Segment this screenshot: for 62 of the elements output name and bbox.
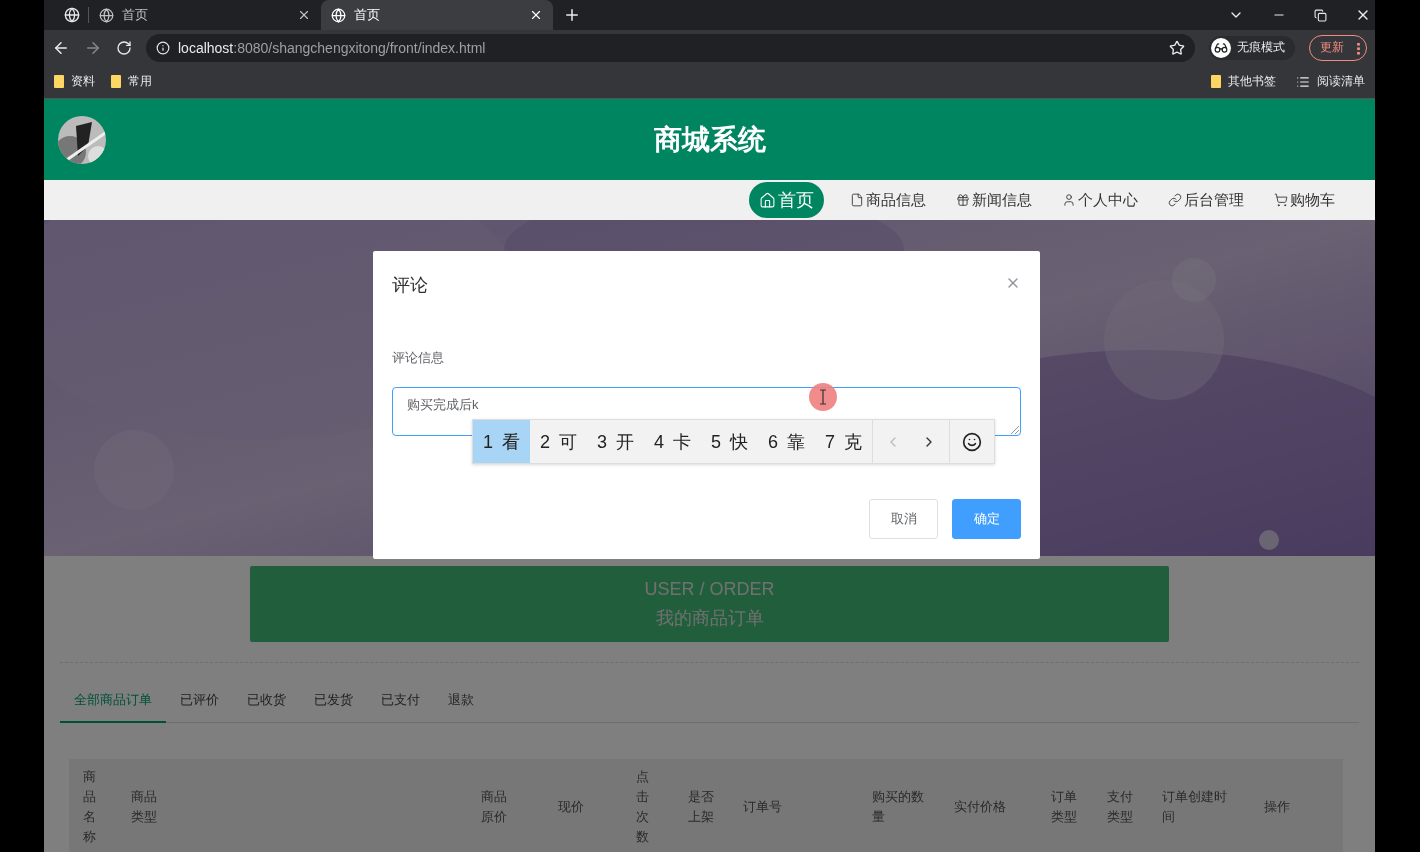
user-icon bbox=[1062, 193, 1076, 207]
folder-icon bbox=[111, 75, 121, 88]
bookmark-label[interactable]: 常用 bbox=[128, 73, 152, 90]
new-tab-icon[interactable] bbox=[563, 6, 581, 24]
nav-link[interactable]: 个人中心 bbox=[1058, 184, 1142, 216]
column-header: 是否上架 bbox=[688, 788, 714, 826]
dialog-title: 评论 bbox=[392, 274, 428, 297]
info-icon[interactable] bbox=[156, 40, 170, 55]
globe-icon bbox=[331, 7, 346, 23]
column-header: 订单类型 bbox=[1051, 788, 1077, 826]
star-icon[interactable] bbox=[1169, 39, 1185, 56]
column-header: 订单创建时间 bbox=[1162, 788, 1227, 826]
nav-link[interactable]: 商品信息 bbox=[846, 184, 930, 216]
column-header: 点击次数 bbox=[636, 768, 649, 846]
globe-icon bbox=[99, 7, 114, 23]
folder-icon bbox=[1211, 75, 1221, 88]
ime-candidate[interactable]: 1 看 bbox=[473, 420, 530, 463]
column-header: 订单号 bbox=[743, 798, 782, 816]
close-icon[interactable] bbox=[529, 8, 543, 22]
cursor-highlight-icon bbox=[808, 382, 838, 412]
order-tab[interactable]: 已支付 bbox=[367, 681, 434, 723]
bookmark-label[interactable]: 资料 bbox=[71, 73, 95, 90]
order-tab[interactable]: 已发货 bbox=[300, 681, 367, 723]
cart-icon bbox=[1274, 193, 1288, 207]
order-tab[interactable]: 退款 bbox=[434, 681, 488, 723]
globe-icon[interactable] bbox=[64, 7, 80, 23]
field-label: 评论信息 bbox=[392, 349, 445, 367]
bookmark-label[interactable]: 阅读清单 bbox=[1317, 73, 1365, 90]
banner-subtitle: USER / ORDER bbox=[644, 578, 775, 600]
column-header: 现价 bbox=[558, 798, 584, 816]
column-header: 购买的数量 bbox=[872, 788, 924, 826]
bookmark-label[interactable]: 其他书签 bbox=[1228, 73, 1276, 90]
incognito-icon bbox=[1214, 40, 1228, 55]
link-icon bbox=[1168, 193, 1182, 207]
url-text: localhost:8080/shangchengxitong/front/index.html bbox=[178, 39, 487, 56]
emoji-icon[interactable] bbox=[962, 431, 982, 452]
site-title: 商城系统 bbox=[653, 122, 766, 157]
reload-icon[interactable] bbox=[116, 39, 132, 56]
column-header: 商品名称 bbox=[83, 768, 96, 846]
browser-tab[interactable]: 首页 bbox=[321, 0, 553, 30]
restore-icon[interactable] bbox=[1314, 8, 1327, 22]
file-icon bbox=[850, 193, 864, 207]
nav-link[interactable]: 后台管理 bbox=[1164, 184, 1248, 216]
gift-icon bbox=[956, 193, 970, 207]
nav-link[interactable]: 购物车 bbox=[1270, 184, 1339, 216]
home-icon bbox=[759, 191, 776, 209]
cancel-button[interactable]: 取消 bbox=[869, 499, 938, 539]
column-header: 商品原价 bbox=[481, 788, 507, 826]
banner-title: 我的商品订单 bbox=[655, 606, 764, 630]
column-header: 支付类型 bbox=[1107, 788, 1133, 826]
incognito-chip[interactable]: 无痕模式 bbox=[1209, 35, 1295, 60]
order-tab[interactable]: 已收货 bbox=[233, 681, 300, 723]
column-header: 商品类型 bbox=[131, 788, 157, 826]
close-icon[interactable] bbox=[297, 8, 311, 22]
nav-link[interactable]: 首页 bbox=[749, 182, 824, 218]
order-tab[interactable]: 已评价 bbox=[166, 681, 233, 723]
nav-link[interactable]: 新闻信息 bbox=[952, 184, 1036, 216]
column-header: 实付价格 bbox=[954, 798, 1006, 816]
list-icon bbox=[1296, 74, 1310, 89]
address-bar[interactable]: localhost:8080/shangchengxitong/front/index.html bbox=[146, 33, 1195, 62]
column-header: 操作 bbox=[1264, 798, 1290, 816]
folder-icon bbox=[54, 75, 64, 88]
